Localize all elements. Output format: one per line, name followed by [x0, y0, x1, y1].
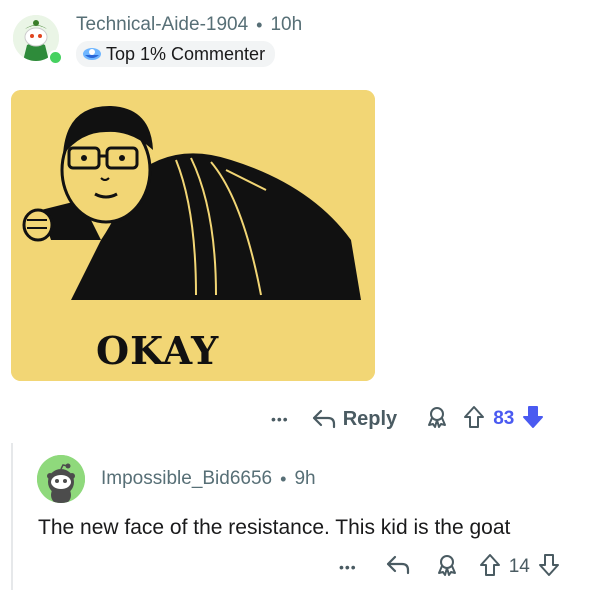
top-commenter-icon: [83, 48, 101, 60]
meta-separator: •: [280, 468, 287, 489]
downvote-arrow-icon: [538, 553, 559, 576]
meme-image[interactable]: OKAY: [11, 90, 375, 381]
upvote-button[interactable]: [479, 553, 501, 582]
online-indicator: [48, 50, 63, 65]
vote-count: 14: [508, 556, 530, 577]
vote-count: 83: [493, 408, 515, 429]
reply-label: Reply: [342, 407, 398, 430]
user-flair-badge: Top 1% Commenter: [76, 41, 276, 67]
comment-username[interactable]: Technical-Aide-1904: [76, 14, 248, 36]
reply-arrow-icon: [312, 409, 335, 429]
award-icon: [437, 554, 456, 576]
meta-separator: •: [256, 14, 263, 35]
reply-arrow-icon: [386, 555, 409, 574]
reply-button[interactable]: Reply: [311, 408, 397, 431]
comment-timestamp: 9h: [294, 468, 316, 489]
snoo-avatar-icon: [37, 455, 85, 503]
flair-label: Top 1% Commenter: [106, 43, 266, 64]
more-options-button[interactable]: •••: [271, 411, 289, 427]
thread-line[interactable]: [11, 443, 13, 590]
downvote-arrow-active-icon: [523, 405, 544, 428]
award-button[interactable]: [435, 553, 459, 582]
downvote-button[interactable]: [538, 553, 560, 582]
comment-actions: ••• 14: [339, 553, 560, 581]
comment-actions: ••• Reply 83: [271, 404, 544, 434]
meme-caption: OKAY: [96, 328, 220, 373]
downvote-button[interactable]: [522, 405, 544, 434]
upvote-button[interactable]: [463, 405, 485, 434]
more-options-button[interactable]: •••: [339, 559, 357, 575]
comment-username[interactable]: Impossible_Bid6656: [101, 468, 272, 490]
user-avatar[interactable]: [37, 455, 85, 503]
reply-button[interactable]: [385, 554, 411, 581]
upvote-arrow-icon: [479, 553, 500, 576]
comment-body: The new face of the resistance. This kid…: [38, 516, 511, 539]
upvote-arrow-icon: [464, 405, 485, 428]
award-icon: [428, 406, 447, 428]
award-button[interactable]: [425, 405, 449, 434]
comment-timestamp: 10h: [270, 14, 303, 35]
